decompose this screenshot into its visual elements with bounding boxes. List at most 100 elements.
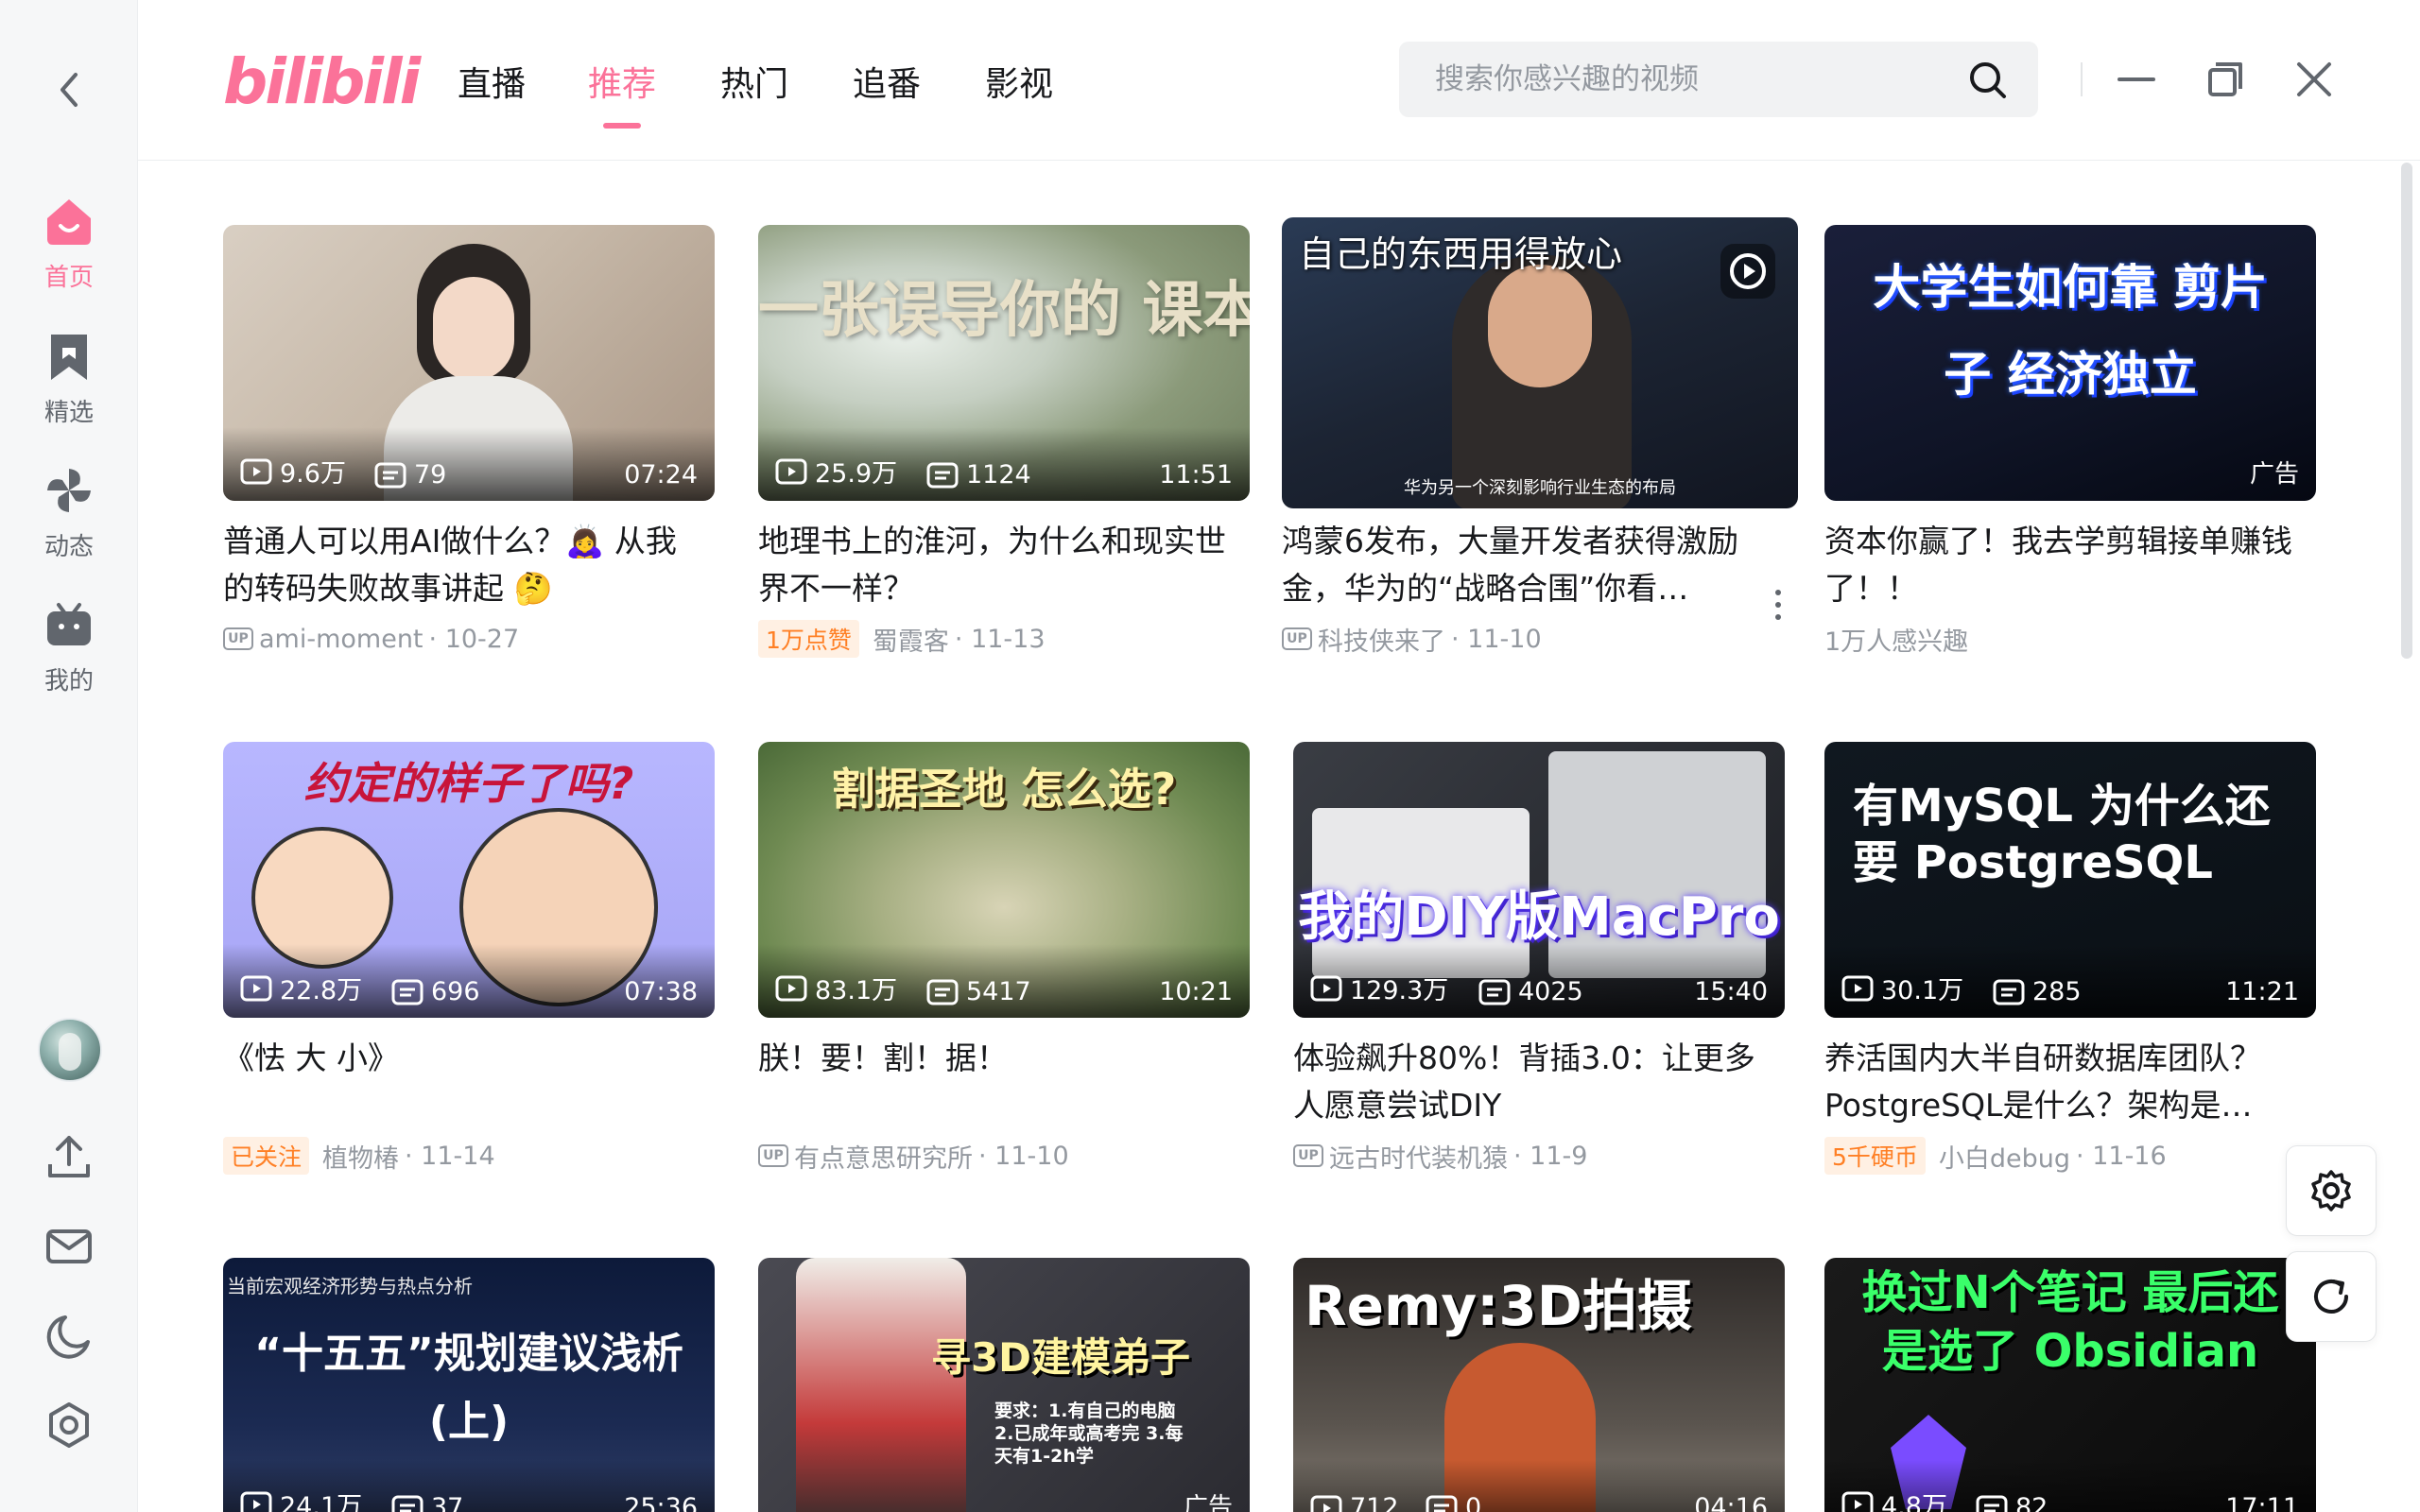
coins-badge: 5千硬币 [1824,1137,1926,1175]
thumbnail-text: 自己的东西用得放心 [1299,233,1623,275]
followed-badge: 已关注 [223,1137,310,1175]
bilibili-logo[interactable]: bilibili [223,45,421,118]
tab-popular[interactable]: 热门 [720,57,788,106]
home-icon [47,199,91,245]
video-thumbnail[interactable]: 约定的样子了吗? 22.8万 696 07:38 [223,742,715,1018]
tab-recommend[interactable]: 推荐 [588,57,656,106]
ad-label: 广告 [1183,1493,1233,1512]
search-button[interactable] [1966,59,2010,102]
thumbnail-text: 寻3D建模弟子 [930,1334,1191,1381]
video-title[interactable]: 体验飙升80%！背插3.0：让更多人愿意尝试DIY [1293,1035,1785,1129]
video-title[interactable]: 普通人可以用AI做什么？🙇‍♀️ 从我的转码失败故事讲起 🤔 [223,518,715,612]
video-meta: UP 科技侠来了 · 11-10 [1282,621,1798,658]
video-card[interactable]: 有MySQL 为什么还要 PostgreSQL 30.1万 285 11:21 … [1824,742,2316,1175]
sidebar: 首页 精选 动态 我的 [0,0,138,1512]
thumbnail-text: 换过N个笔记 最后还是选了 Obsidian [1861,1266,2279,1378]
video-thumbnail[interactable]: Remy:3D拍摄 712 0 04:16 [1293,1258,1785,1512]
video-thumbnail[interactable]: 自己的东西用得放心 华为另一个深刻影响行业生态的布局 [1282,217,1798,508]
sidebar-item-featured[interactable]: 精选 [0,329,138,442]
video-thumbnail[interactable]: 一张误导你的 课本地图 25.9万 1124 11:51 [758,225,1250,501]
back-button[interactable] [45,66,93,113]
thumbnail-text: Remy:3D拍摄 [1305,1274,1692,1338]
video-thumbnail[interactable]: 9.6万 79 07:24 [223,225,715,501]
ad-card[interactable]: 寻3D建模弟子 要求：1.有自己的电脑 2.已成年或高考完 3.每天有1-2h学… [758,1258,1250,1512]
danmaku-count: 285 [1993,977,2082,1006]
video-thumbnail[interactable]: 有MySQL 为什么还要 PostgreSQL 30.1万 285 11:21 [1824,742,2316,1018]
danmaku-icon [926,979,959,1005]
view-count: 24.1万 [240,1486,362,1512]
video-card[interactable]: 约定的样子了吗? 22.8万 696 07:38 《怯 大 小》 已关注 植物椿… [223,742,715,1175]
search-input[interactable] [1435,42,1964,117]
refresh-float-button[interactable] [2286,1251,2377,1342]
video-title[interactable]: 资本你赢了！我去学剪辑接单赚钱了！！ [1824,518,2316,612]
video-card[interactable]: Remy:3D拍摄 712 0 04:16 [1293,1258,1785,1512]
up-badge: UP [1293,1144,1323,1167]
mail-icon [46,1229,92,1263]
video-thumbnail[interactable]: 寻3D建模弟子 要求：1.有自己的电脑 2.已成年或高考完 3.每天有1-2h学… [758,1258,1250,1512]
view-count: 83.1万 [775,970,897,1006]
video-duration: 10:21 [1159,977,1233,1006]
avatar[interactable] [38,1018,102,1082]
video-title[interactable]: 朕！要！割！据！ [758,1035,1250,1129]
video-thumbnail[interactable]: 当前宏观经济形势与热点分析 “十五五”规划建议浅析 (上) 24.1万 37 2… [223,1258,715,1512]
video-card[interactable]: 9.6万 79 07:24 普通人可以用AI做什么？🙇‍♀️ 从我的转码失败故事… [223,225,715,656]
video-thumbnail[interactable]: 割据圣地 怎么选? 83.1万 5417 10:21 [758,742,1250,1018]
settings-float-button[interactable] [2286,1145,2377,1236]
pinwheel-icon [47,469,91,512]
active-tab-indicator [603,123,641,129]
settings-button[interactable] [43,1399,95,1452]
sidebar-item-dynamics[interactable]: 动态 [0,463,138,576]
video-title[interactable]: 养活国内大半自研数据库团队？PostgreSQL是什么？架构是… [1824,1035,2316,1129]
video-meta: UP 有点意思研究所 · 11-10 [758,1138,1250,1175]
thumbnail-text: 大学生如何靠 剪片子 经济独立 [1873,260,2268,402]
sidebar-item-label: 我的 [43,667,94,696]
video-card[interactable]: 换过N个笔记 最后还是选了 Obsidian 4.8万 82 17:11 [1824,1258,2316,1512]
vertical-scrollbar[interactable] [2401,163,2412,659]
chevron-left-icon [60,73,78,107]
tab-movies[interactable]: 影视 [985,57,1053,106]
refresh-icon [2314,1280,2348,1314]
video-card[interactable]: 当前宏观经济形势与热点分析 “十五五”规划建议浅析 (上) 24.1万 37 2… [223,1258,715,1512]
video-title[interactable]: 《怯 大 小》 [223,1035,715,1129]
video-card-hovered[interactable]: 自己的东西用得放心 华为另一个深刻影响行业生态的布局 鸿蒙6发布，大量开发者获得… [1282,217,1798,658]
author-name[interactable]: 远古时代装机猿 [1329,1138,1508,1175]
video-thumbnail[interactable]: 换过N个笔记 最后还是选了 Obsidian 4.8万 82 17:11 [1824,1258,2316,1512]
minimize-button[interactable] [2110,53,2163,106]
video-title[interactable]: 地理书上的淮河，为什么和现实世界不一样？ [758,518,1250,612]
ad-card[interactable]: 大学生如何靠 剪片子 经济独立 广告 资本你赢了！我去学剪辑接单赚钱了！！ 1万… [1824,225,2316,657]
video-card[interactable]: 一张误导你的 课本地图 25.9万 1124 11:51 地理书上的淮河，为什么… [758,225,1250,658]
video-title[interactable]: 鸿蒙6发布，大量开发者获得激励金，华为的“战略合围”你看… [1282,518,1773,612]
sidebar-item-home[interactable]: 首页 [0,194,138,307]
more-options-button[interactable] [1764,586,1792,624]
author-name[interactable]: 科技侠来了 [1318,621,1445,658]
view-count: 4.8万 [1841,1486,1947,1512]
ad-label: 广告 [2249,460,2299,489]
play-later-button[interactable] [1720,244,1775,299]
stats-overlay: 24.1万 37 25:36 [223,1460,715,1512]
tab-anime[interactable]: 追番 [853,57,921,106]
video-duration: 04:16 [1694,1493,1768,1512]
upload-button[interactable] [43,1130,95,1183]
sidebar-item-mine[interactable]: 我的 [0,597,138,711]
video-thumbnail[interactable]: 大学生如何靠 剪片子 经济独立 广告 [1824,225,2316,501]
thumbnail-text: 约定的样子了吗? [303,758,634,809]
tab-live[interactable]: 直播 [458,57,526,106]
author-name[interactable]: 植物椿 [322,1138,399,1175]
up-badge: UP [223,627,253,650]
theme-button[interactable] [43,1310,95,1363]
danmaku-count: 79 [374,460,446,490]
video-thumbnail[interactable]: 我的DIY版MacPro 129.3万 4025 15:40 [1293,742,1785,1018]
window-controls-divider [2081,62,2083,96]
video-card[interactable]: 割据圣地 怎么选? 83.1万 5417 10:21 朕！要！割！据！ UP 有… [758,742,1250,1175]
author-name[interactable]: 有点意思研究所 [794,1138,973,1175]
close-icon [2297,62,2331,96]
author-name[interactable]: ami-moment [259,625,424,654]
close-button[interactable] [2288,53,2341,106]
video-card[interactable]: 我的DIY版MacPro 129.3万 4025 15:40 体验飙升80%！背… [1293,742,1785,1175]
danmaku-icon [374,462,406,488]
messages-button[interactable] [43,1220,95,1273]
stats-overlay: 4.8万 82 17:11 [1824,1460,2316,1512]
restore-button[interactable] [2199,53,2252,106]
author-name[interactable]: 小白debug [1939,1138,2070,1175]
author-name[interactable]: 蜀霞客 [873,621,949,658]
